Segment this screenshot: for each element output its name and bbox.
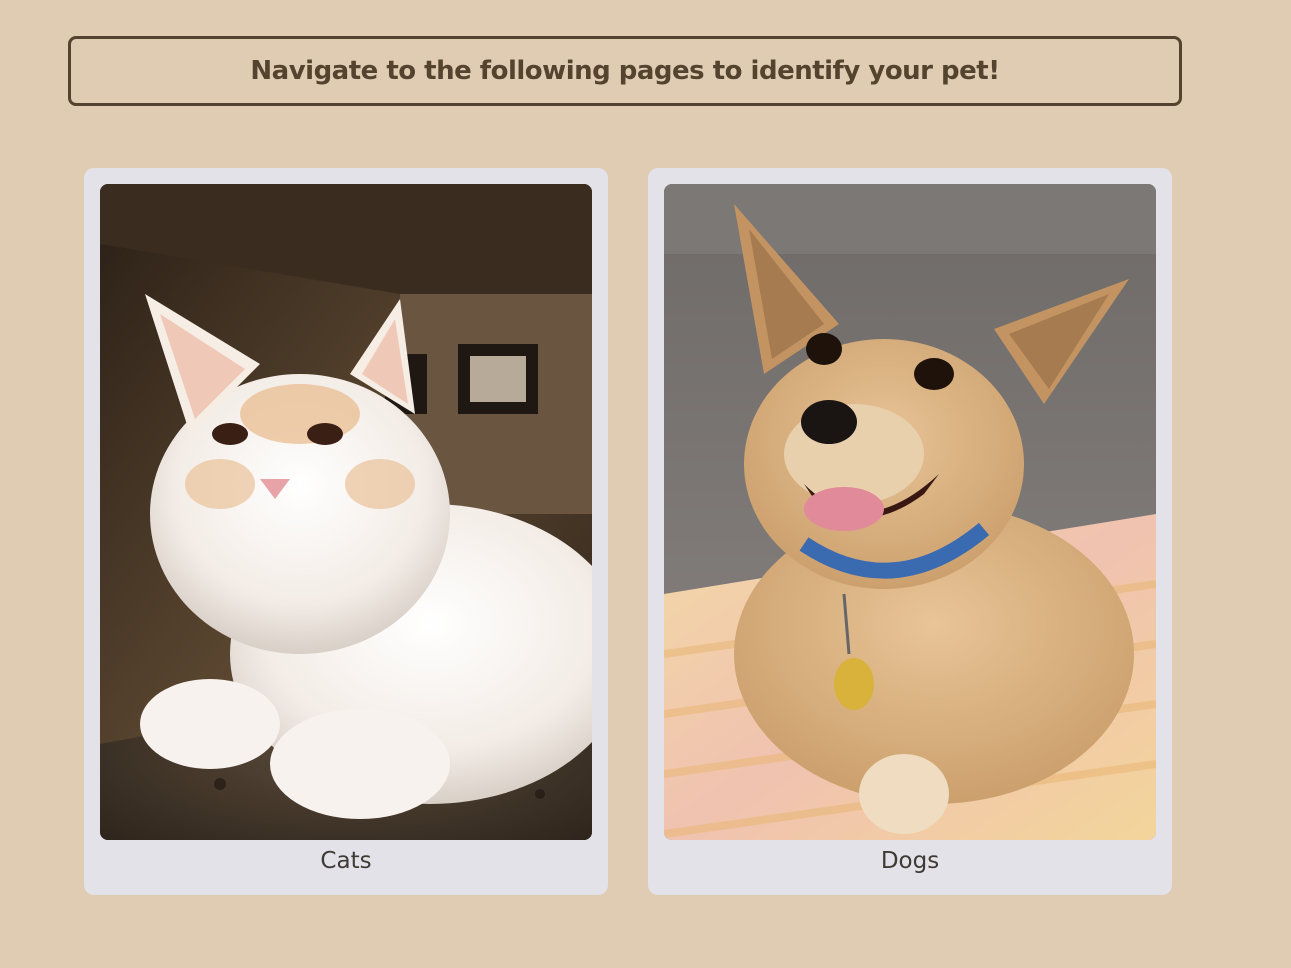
dogs-label[interactable]: Dogs	[648, 848, 1172, 874]
dogs-card[interactable]: Dogs	[648, 168, 1172, 895]
banner-text: Navigate to the following pages to ident…	[250, 56, 1000, 86]
cats-card[interactable]: Cats	[84, 168, 608, 895]
dog-photo[interactable]	[664, 184, 1156, 840]
cat-photo[interactable]	[100, 184, 592, 840]
cats-label[interactable]: Cats	[84, 848, 608, 874]
page-banner: Navigate to the following pages to ident…	[68, 36, 1182, 106]
